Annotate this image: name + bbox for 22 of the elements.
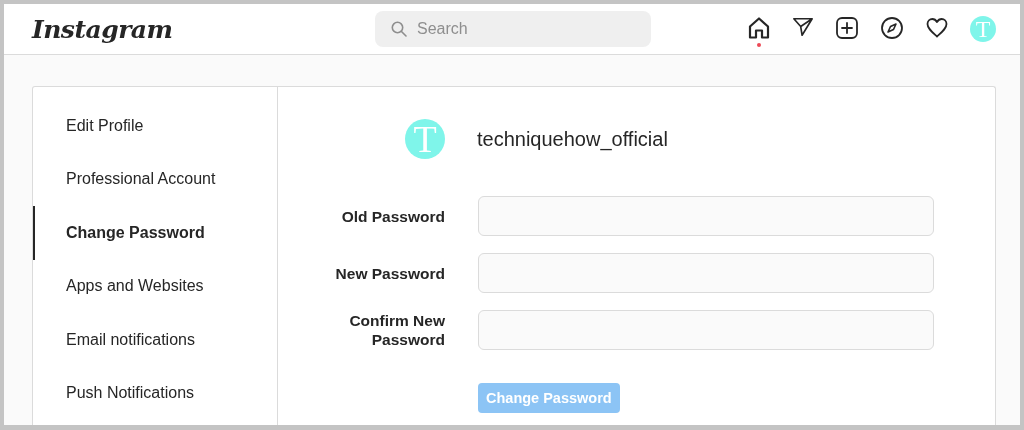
compass-icon[interactable]: [880, 16, 904, 40]
password-field[interactable]: [478, 196, 934, 236]
home-icon[interactable]: [747, 16, 771, 40]
sidebar-item[interactable]: Professional Account: [33, 152, 277, 206]
search-field[interactable]: Search: [375, 11, 651, 47]
sidebar-item[interactable]: Apps and Websites: [33, 259, 277, 313]
sidebar-item[interactable]: Push Notifications: [33, 366, 277, 420]
password-field[interactable]: [478, 310, 934, 350]
plus-icon[interactable]: [835, 16, 859, 40]
sidebar-item[interactable]: Email notifications: [33, 313, 277, 367]
paper-plane-icon[interactable]: [792, 16, 814, 38]
field-label: Old Password: [340, 206, 446, 226]
password-field[interactable]: [478, 253, 934, 293]
username: techniquehow_official: [477, 127, 668, 151]
profile-avatar: T: [405, 119, 445, 159]
heart-icon[interactable]: [925, 16, 949, 40]
field-label: Confirm New Password: [348, 311, 446, 349]
sidebar-item[interactable]: Change Password: [33, 206, 277, 260]
logo[interactable]: Instagram: [32, 14, 375, 44]
field-label: New Password: [334, 263, 446, 283]
activity-dot: [757, 43, 761, 47]
sidebar-item[interactable]: Edit Profile: [33, 99, 277, 153]
